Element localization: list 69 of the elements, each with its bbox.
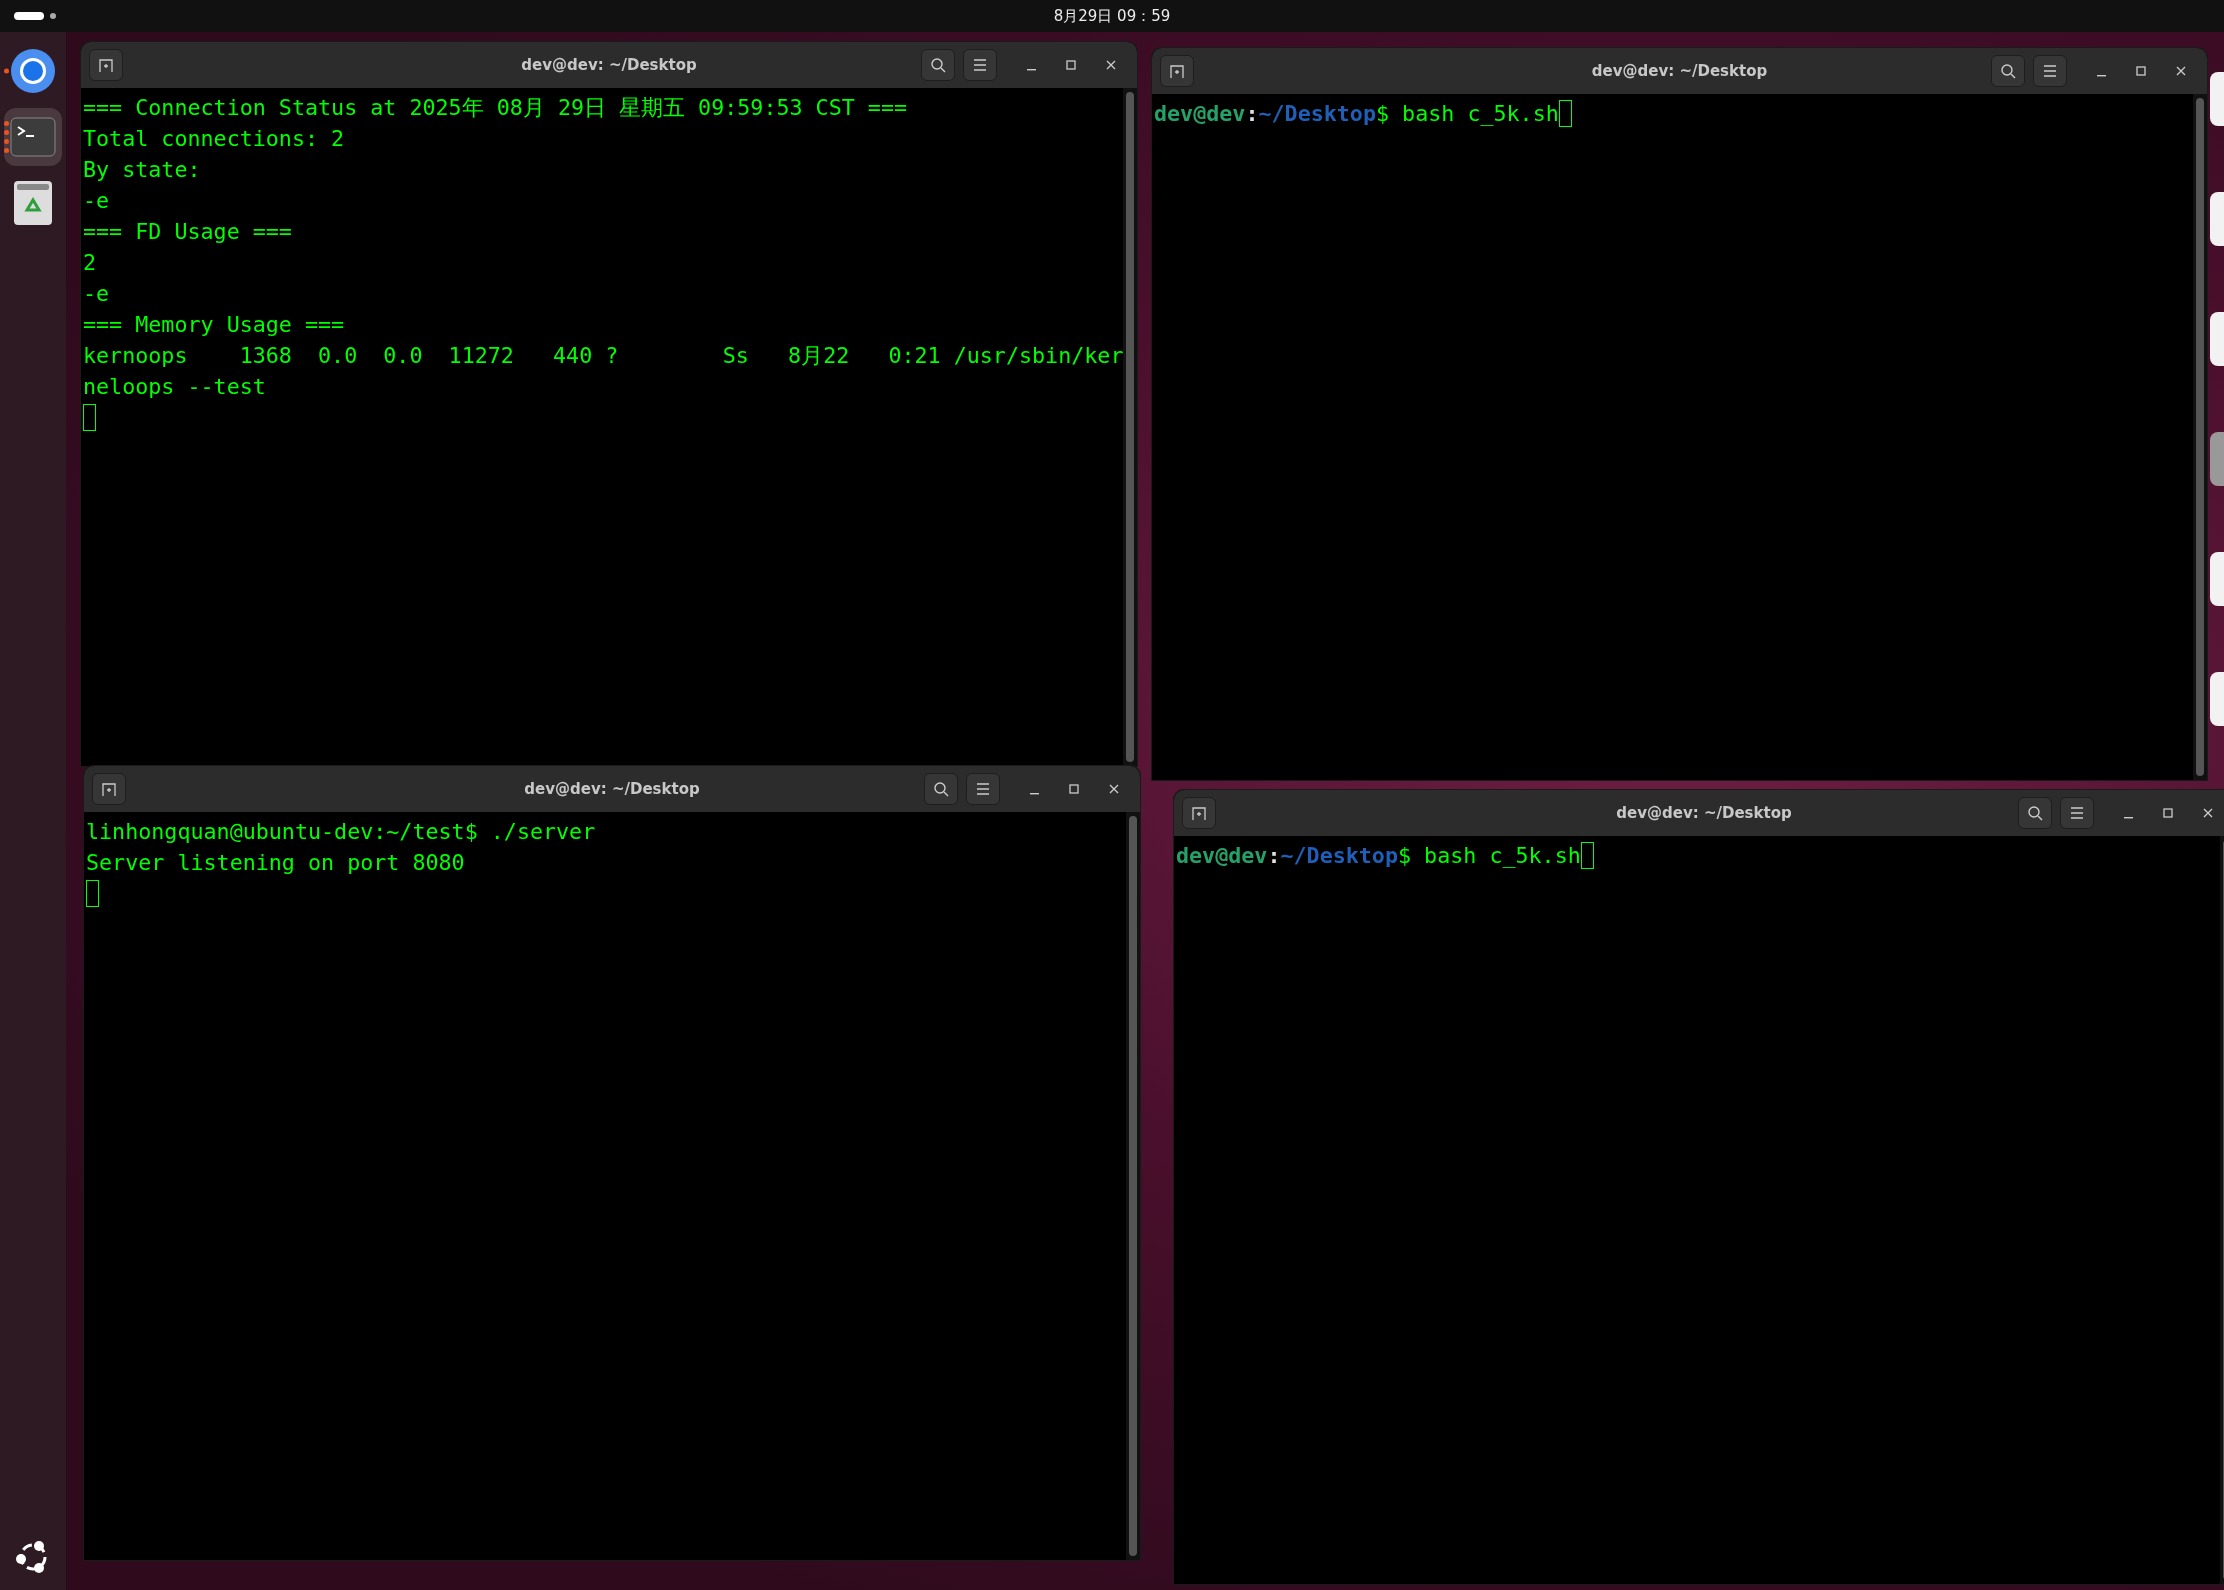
menu-icon	[973, 59, 987, 71]
maximize-icon	[2136, 66, 2146, 76]
maximize-icon	[1066, 60, 1076, 70]
new-tab-icon	[101, 781, 117, 797]
search-icon	[2000, 63, 2016, 79]
browser-icon	[10, 48, 56, 94]
new-tab-icon	[98, 57, 114, 73]
window-title: dev@dev: ~/Desktop	[1616, 804, 1792, 822]
window-title: dev@dev: ~/Desktop	[1591, 62, 1768, 80]
terminal-output: By state:	[83, 156, 201, 184]
prompt-user-host: dev@dev	[1154, 100, 1246, 128]
search-button[interactable]	[2018, 797, 2052, 829]
menu-button[interactable]	[2060, 797, 2094, 829]
terminal-output: linhongquan@ubuntu-dev:~/test$ ./server	[86, 818, 596, 846]
new-tab-button[interactable]	[1182, 797, 1216, 829]
search-icon	[933, 781, 949, 797]
search-button[interactable]	[1991, 55, 2025, 87]
scrollbar[interactable]	[1123, 88, 1137, 766]
scrollbar[interactable]	[1126, 812, 1140, 1560]
clock[interactable]: 8月29日 09：59	[1053, 6, 1171, 26]
terminal-output: Server listening on port 8080	[86, 849, 465, 877]
menu-icon	[2070, 807, 2084, 819]
minimize-icon	[2123, 817, 2133, 819]
new-tab-button[interactable]	[89, 49, 123, 81]
menu-icon	[2043, 65, 2057, 77]
text-cursor	[83, 404, 96, 431]
maximize-icon	[1069, 784, 1079, 794]
terminal-output: Total connections: 2	[83, 125, 345, 153]
new-tab-button[interactable]	[92, 773, 126, 805]
terminal-output: neloops --test	[83, 373, 266, 401]
window-title: dev@dev: ~/Desktop	[521, 56, 697, 74]
window-title: dev@dev: ~/Desktop	[524, 780, 700, 798]
minimize-icon	[2096, 75, 2106, 77]
maximize-icon	[2163, 808, 2173, 818]
prompt-separator: :	[1267, 842, 1281, 870]
minimize-icon	[1026, 69, 1036, 71]
prompt-user-host: dev@dev	[1176, 842, 1268, 870]
prompt-command: $ bash c_5k.sh	[1376, 100, 1559, 128]
terminal-output: === Memory Usage ===	[83, 311, 345, 339]
new-tab-button[interactable]	[1160, 55, 1194, 87]
close-icon	[2176, 66, 2186, 76]
close-icon	[1106, 60, 1116, 70]
terminal-output: -e	[83, 280, 110, 308]
menu-icon	[976, 783, 990, 795]
close-icon	[1109, 784, 1119, 794]
menu-button[interactable]	[2033, 55, 2067, 87]
trash-icon	[13, 180, 53, 226]
text-cursor	[86, 880, 99, 907]
terminal-output: 2	[83, 249, 97, 277]
scrollbar[interactable]	[2193, 94, 2207, 780]
terminal-icon	[10, 117, 56, 157]
terminal-output: kernoops 1368 0.0 0.0 11272 440 ? Ss 8月22 0:21 /usr/sbin/ker	[83, 342, 1123, 370]
prompt-separator: :	[1245, 100, 1259, 128]
search-button[interactable]	[924, 773, 958, 805]
prompt-command: $ bash c_5k.sh	[1398, 842, 1581, 870]
terminal-output: -e	[83, 187, 110, 215]
new-tab-icon	[1169, 63, 1185, 79]
new-tab-icon	[1191, 805, 1207, 821]
prompt-path: ~/Desktop	[1258, 100, 1376, 128]
terminal-output: === Connection Status at 2025年 08月 29日 星期五 09:59:53 CST ===	[83, 94, 908, 122]
close-icon	[2203, 808, 2213, 818]
search-button[interactable]	[921, 49, 955, 81]
search-icon	[930, 57, 946, 73]
prompt-path: ~/Desktop	[1280, 842, 1398, 870]
menu-button[interactable]	[966, 773, 1000, 805]
menu-button[interactable]	[963, 49, 997, 81]
search-icon	[2027, 805, 2043, 821]
terminal-output: === FD Usage ===	[83, 218, 292, 246]
minimize-icon	[1029, 793, 1039, 795]
